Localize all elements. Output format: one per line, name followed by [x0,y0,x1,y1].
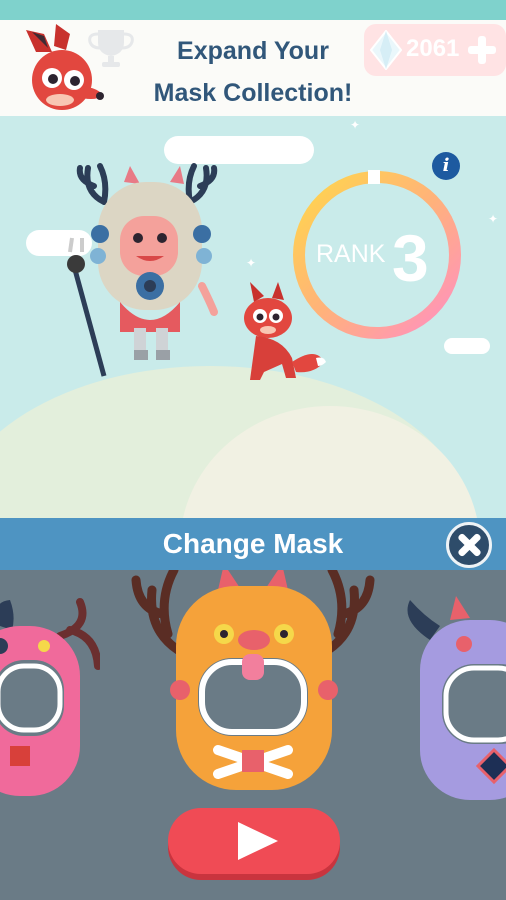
character-scene: ✦ ✦ ✦ RANK 3 i [0,116,506,518]
plus-icon[interactable] [468,36,496,64]
purple-horned-mask[interactable] [400,590,506,800]
change-mask-panel-bar: Change Mask [0,518,506,570]
header-banner: Expand Your Mask Collection! 2061 [0,20,506,116]
rank-value: 3 [392,221,429,295]
play-icon[interactable] [168,808,340,874]
rank-label: RANK [316,240,386,268]
pink-mask[interactable] [0,596,100,796]
top-status-strip [0,0,506,20]
gem-counter-badge[interactable]: 2061 [364,24,506,76]
header-title: Expand Your Mask Collection! [118,30,388,114]
info-icon[interactable]: i [432,152,460,180]
diamond-gem-icon [370,30,402,70]
panel-title: Change Mask [162,528,344,559]
close-icon[interactable] [446,522,492,568]
header-title-line1: Expand Your [177,37,329,65]
masked-hero-character [67,163,218,377]
header-title-line2: Mask Collection! [153,79,353,107]
orange-antler-mask[interactable] [128,570,378,790]
gem-count: 2061 [406,35,460,62]
